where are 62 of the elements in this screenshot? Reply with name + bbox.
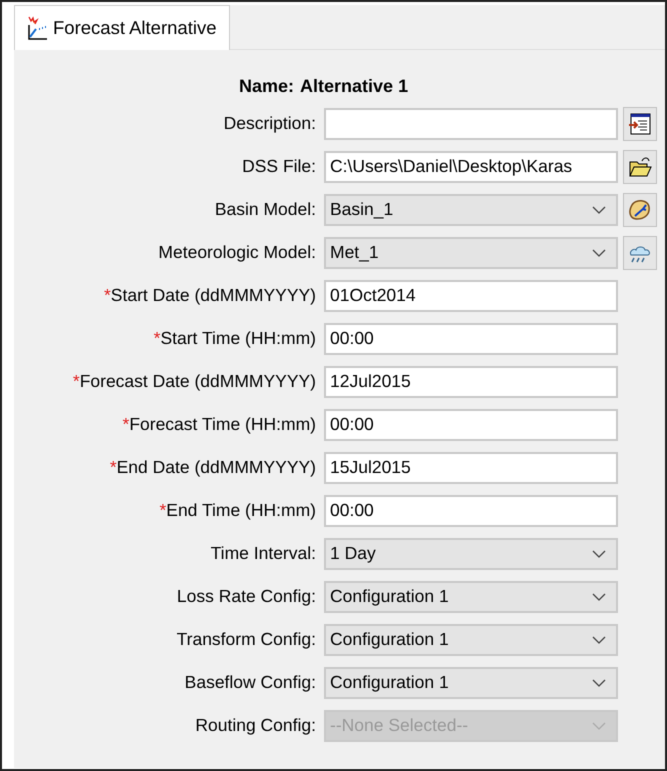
field-value: 00:00: [330, 414, 374, 435]
field-value: Met_1: [330, 242, 379, 263]
required-mark: *: [122, 414, 130, 435]
text-field[interactable]: C:\Users\Daniel\Desktop\Karas: [324, 150, 618, 182]
icon-button[interactable]: [623, 192, 657, 226]
field-label: Start Date (ddMMMYYYY): [110, 285, 316, 306]
required-mark: *: [110, 457, 117, 478]
field-value: Configuration 1: [330, 629, 449, 650]
field-label: Forecast Date (ddMMMYYYY): [80, 371, 316, 392]
field-label: Routing Config:: [195, 715, 316, 736]
field-label: DSS File:: [242, 156, 316, 177]
text-field[interactable]: 01Oct2014: [324, 280, 618, 312]
field-value: 12Jul2015: [330, 371, 411, 392]
field-value: Configuration 1: [330, 586, 449, 607]
dropdown[interactable]: Configuration 1: [324, 624, 618, 656]
field-label: Transform Config:: [176, 629, 316, 650]
text-field[interactable]: 12Jul2015: [324, 366, 618, 398]
required-mark: *: [104, 285, 111, 306]
text-field[interactable]: [324, 108, 618, 140]
chevron-icon: [592, 248, 606, 256]
chevron-icon: [592, 722, 606, 730]
text-field[interactable]: 00:00: [324, 494, 618, 526]
required-mark: *: [154, 328, 160, 349]
field-label: Basin Model:: [214, 199, 316, 220]
chevron-icon: [592, 550, 606, 558]
field-label: End Date (ddMMMYYYY): [116, 457, 316, 478]
field-label: Time Interval:: [210, 543, 316, 564]
dropdown[interactable]: Basin_1: [324, 194, 618, 226]
dropdown[interactable]: Configuration 1: [324, 666, 618, 698]
alternative-name: Alternative 1: [300, 76, 408, 98]
dropdown[interactable]: Configuration 1: [324, 580, 618, 612]
field-value: C:\Users\Daniel\Desktop\Karas: [330, 156, 572, 177]
dropdown[interactable]: 1 Day: [324, 538, 618, 570]
chevron-icon: [592, 636, 606, 644]
tab[interactable]: Forecast Alternative: [14, 5, 230, 50]
notes-icon: [627, 110, 653, 136]
name-label: Name:: [239, 76, 294, 98]
dropdown[interactable]: Met_1: [324, 236, 618, 268]
chevron-icon: [592, 592, 606, 600]
chevron-icon: [592, 206, 606, 214]
field-label: Start Time (HH:mm): [160, 328, 316, 349]
chevron-icon: [592, 678, 606, 686]
field-label: Baseflow Config:: [184, 672, 316, 693]
field-label: Description:: [224, 113, 316, 134]
field-value: Configuration 1: [330, 672, 449, 693]
field-value: 00:00: [330, 328, 374, 349]
field-label: Forecast Time (HH:mm): [129, 414, 316, 435]
required-mark: *: [159, 500, 166, 521]
text-field[interactable]: 15Jul2015: [324, 452, 618, 484]
icon-button[interactable]: [623, 106, 657, 140]
field-value: 1 Day: [330, 543, 376, 564]
field-value: 01Oct2014: [330, 285, 416, 306]
text-field[interactable]: 00:00: [324, 408, 618, 440]
field-value: 00:00: [330, 500, 374, 521]
field-label: Meteorologic Model:: [158, 242, 316, 263]
icon-button[interactable]: [623, 150, 657, 184]
field-label: Loss Rate Config:: [176, 586, 316, 607]
field-value: Basin_1: [330, 199, 394, 220]
required-mark: *: [72, 371, 80, 392]
text-field[interactable]: 00:00: [324, 322, 618, 354]
field-value: 15Jul2015: [330, 457, 411, 478]
field-label: End Time (HH:mm): [166, 500, 316, 521]
